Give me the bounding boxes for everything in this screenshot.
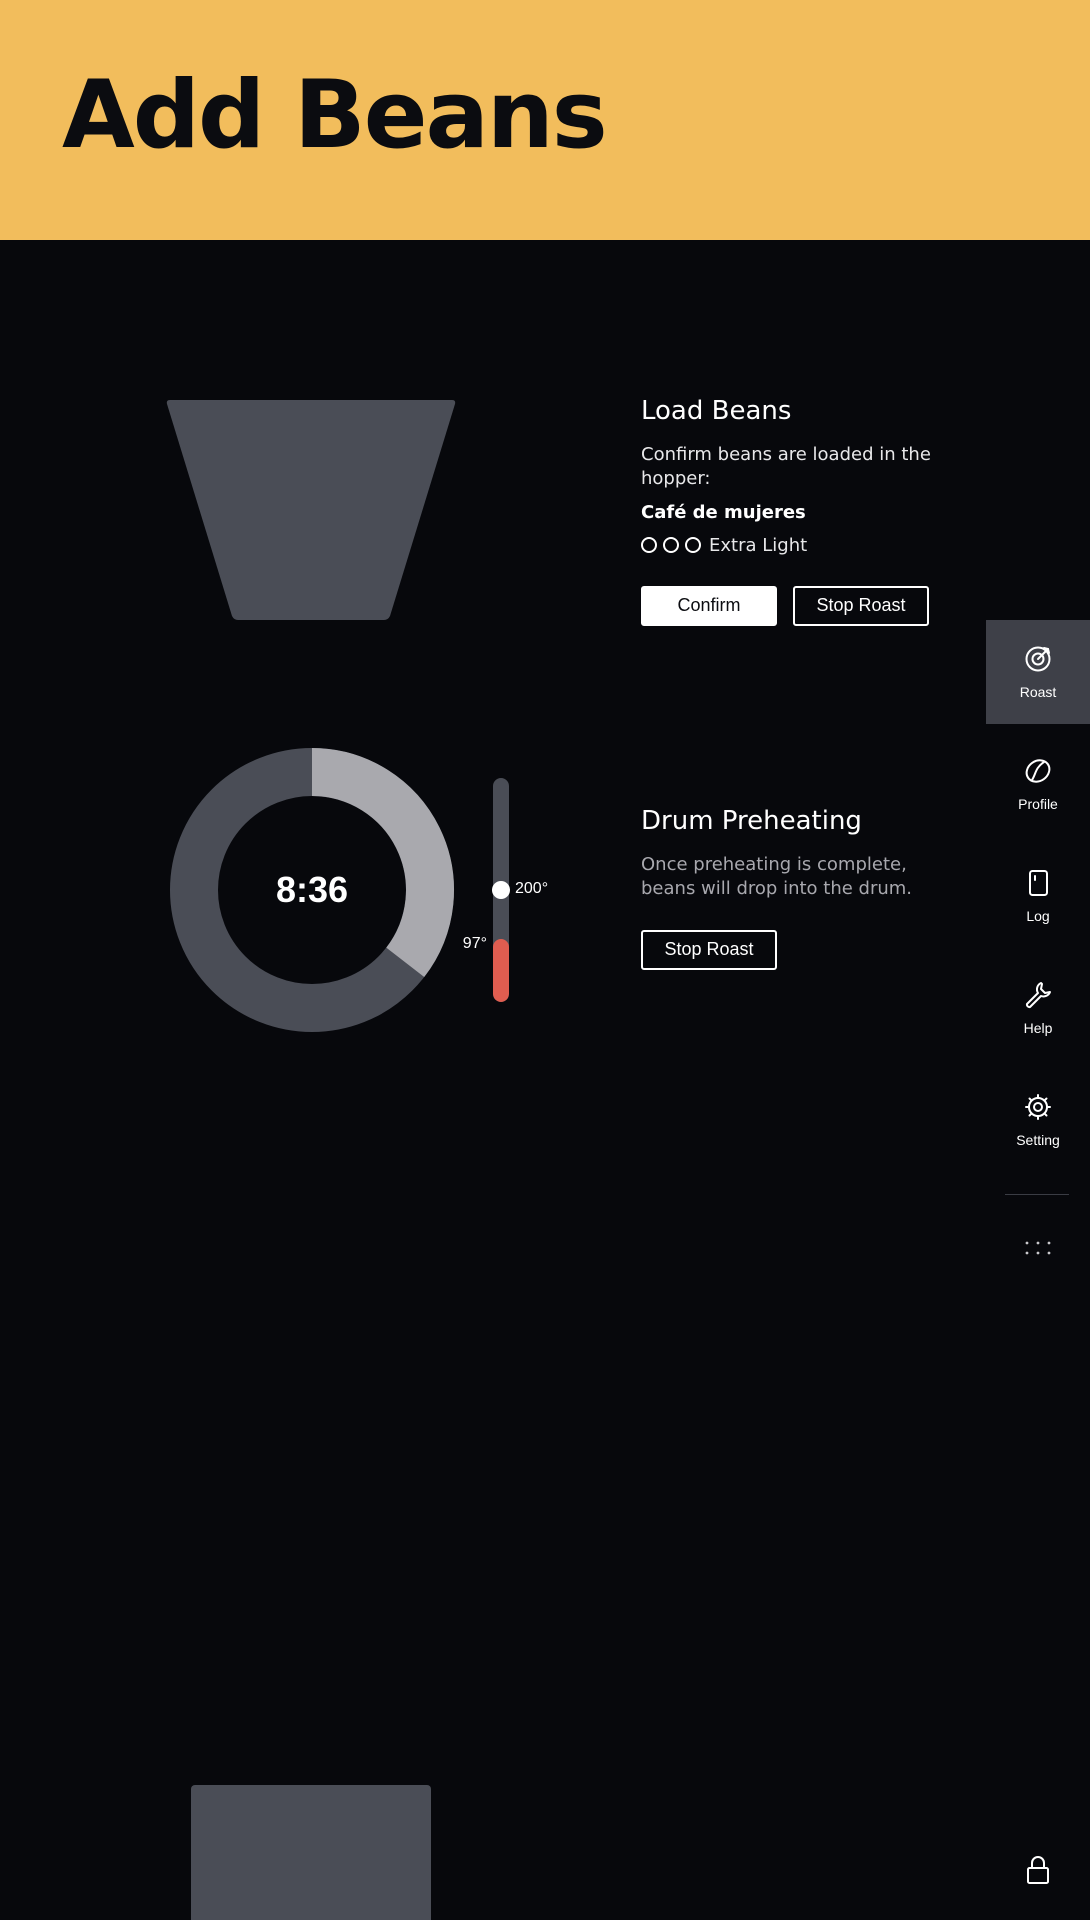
- sidebar-item-label: Profile: [1018, 796, 1058, 812]
- roast-level-dot: [663, 537, 679, 554]
- header-banner: Add Beans: [0, 0, 1090, 240]
- sidebar-item-label: Roast: [1019, 684, 1057, 700]
- confirm-button[interactable]: Confirm: [641, 585, 777, 626]
- thermometer-fill: [493, 939, 509, 1002]
- sidebar-item-setting[interactable]: Setting: [986, 1068, 1090, 1172]
- stop-roast-button-preheat[interactable]: Stop Roast: [641, 929, 777, 970]
- load-beans-actions: Confirm Stop Roast: [641, 585, 941, 626]
- load-beans-title: Load Beans: [641, 396, 792, 426]
- preheat-title: Drum Preheating: [641, 806, 862, 836]
- lock-icon: [1027, 1856, 1049, 1884]
- sidebar-item-log[interactable]: Log: [986, 844, 1090, 948]
- target-temperature-label: 200°: [515, 880, 549, 897]
- hopper-illustration: [166, 400, 456, 620]
- notebook-icon: [1029, 870, 1048, 896]
- load-beans-panel: Load Beans Confirm beans are loaded in t…: [641, 396, 941, 626]
- target-icon: [1025, 646, 1051, 672]
- sidebar-item-profile[interactable]: Profile: [986, 732, 1090, 836]
- roast-level-dot: [685, 537, 701, 554]
- gear-icon: [1025, 1094, 1051, 1120]
- bean-name: Café de mujeres: [641, 501, 806, 523]
- page-title: Add Beans: [62, 61, 608, 170]
- current-temperature-label: 97°: [462, 935, 487, 953]
- more-options-button[interactable]: [1013, 1228, 1063, 1268]
- add-beans-screen: Add Beans Load Beans Confirm beans are l…: [0, 0, 1090, 1920]
- wrench-icon: [1025, 982, 1051, 1009]
- roast-level-indicator: Extra Light: [641, 535, 941, 556]
- sidebar-item-label: Help: [1023, 1020, 1053, 1036]
- sidebar-item-help[interactable]: Help: [986, 956, 1090, 1060]
- load-beans-description: Confirm beans are loaded in the hopper:: [641, 444, 931, 489]
- bean-icon: [1025, 759, 1051, 783]
- drum-illustration: [191, 1785, 431, 1920]
- timer-value: 8:36: [275, 869, 349, 910]
- more-dots-icon: [1025, 1241, 1051, 1255]
- preheat-description: Once preheating is complete, beans will …: [641, 854, 913, 899]
- sidebar-nav: Roast Profile Log Help Setting: [986, 620, 1090, 1180]
- lock-button[interactable]: [1018, 1850, 1058, 1890]
- sidebar-item-label: Setting: [1016, 1132, 1060, 1148]
- sidebar-item-roast[interactable]: Roast: [986, 620, 1090, 724]
- target-temperature-marker: [492, 881, 510, 899]
- sidebar-divider: [1005, 1194, 1069, 1195]
- stop-roast-button[interactable]: Stop Roast: [793, 585, 929, 626]
- sidebar-item-label: Log: [1026, 908, 1050, 924]
- roast-level-label: Extra Light: [709, 534, 808, 556]
- drum-preheating-panel: Drum Preheating Once preheating is compl…: [641, 806, 941, 970]
- roast-level-dot: [641, 537, 657, 554]
